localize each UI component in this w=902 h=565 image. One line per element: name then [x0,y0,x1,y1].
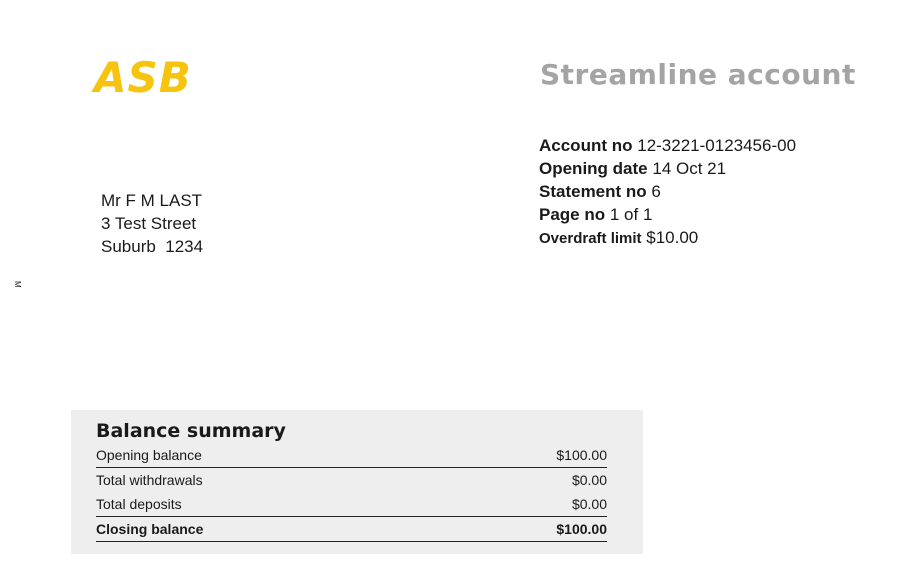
closing-balance-value: $100.00 [556,521,607,537]
opening-balance-value: $100.00 [556,447,607,463]
opening-balance-row: Opening balance $100.00 [96,443,607,468]
balance-summary-title: Balance summary [96,420,286,442]
total-deposits-value: $0.00 [571,496,607,512]
overdraft-limit-label: Overdraft limit [539,230,642,247]
total-deposits-label: Total deposits [96,496,182,512]
asb-logo: ASB [94,53,192,102]
total-deposits-row: Total deposits $0.00 [96,492,607,517]
opening-date-label: Opening date [539,159,648,178]
total-withdrawals-label: Total withdrawals [96,472,203,488]
page-number-row: Page no 1 of 1 [539,203,796,226]
address-line-street: 3 Test Street [101,214,197,233]
opening-balance-label: Opening balance [96,447,202,463]
account-number-label: Account no [539,136,633,155]
closing-balance-row: Closing balance $100.00 [96,517,607,542]
total-withdrawals-value: $0.00 [571,472,607,488]
mailing-address: Mr F M LAST 3 Test Street Suburb 1234 [101,189,203,258]
statement-number-row: Statement no 6 [539,180,796,203]
statement-number-value: 6 [651,182,661,201]
account-info: Account no 12-3221-0123456-00 Opening da… [539,134,796,249]
opening-date-value: 14 Oct 21 [652,159,727,178]
account-number-value: 12-3221-0123456-00 [637,136,797,155]
balance-summary-rows: Opening balance $100.00 Total withdrawal… [96,443,607,542]
overdraft-limit-row: Overdraft limit $10.00 [539,226,796,249]
total-withdrawals-row: Total withdrawals $0.00 [96,468,607,492]
statement-number-label: Statement no [539,182,647,201]
side-mark: M [13,281,22,288]
opening-date-row: Opening date 14 Oct 21 [539,157,796,180]
page-number-value: 1 of 1 [609,205,653,224]
balance-summary-panel: Balance summary Opening balance $100.00 … [71,410,643,554]
page-number-label: Page no [539,205,606,224]
statement-title: Streamline account [540,58,856,91]
address-line-suburb: Suburb 1234 [101,237,204,256]
closing-balance-label: Closing balance [96,521,204,537]
address-line-name: Mr F M LAST [101,191,203,210]
account-number-row: Account no 12-3221-0123456-00 [539,134,796,157]
overdraft-limit-value: $10.00 [646,228,699,247]
